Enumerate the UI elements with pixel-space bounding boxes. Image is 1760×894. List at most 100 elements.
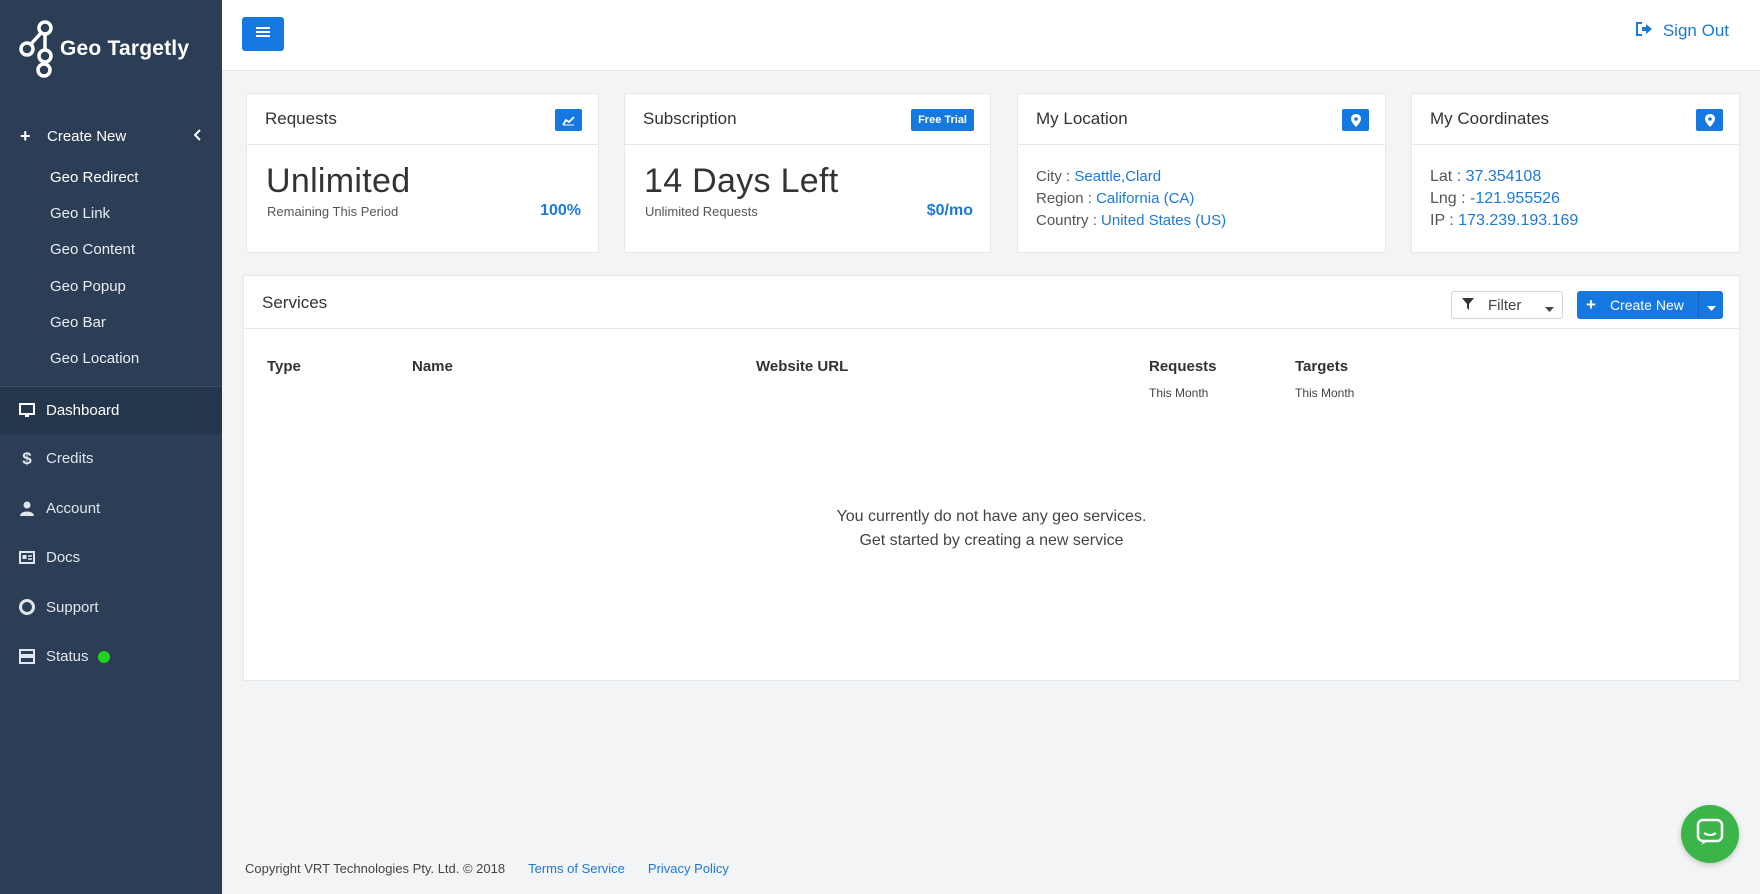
requests-card: Requests Unlimited Remaining This Period… <box>246 93 599 253</box>
docs-icon <box>19 550 35 566</box>
map-pin-icon[interactable] <box>1696 109 1723 131</box>
sidebar-item-geo-popup[interactable]: Geo Popup <box>0 268 222 304</box>
ip-value: 173.239.193.169 <box>1458 212 1579 229</box>
lng-label: Lng <box>1430 190 1457 207</box>
sidebar-item-docs[interactable]: Docs <box>0 533 222 583</box>
logo[interactable]: Geo Targetly <box>18 20 189 78</box>
user-icon <box>19 500 35 516</box>
column-header-requests[interactable]: Requests <box>1149 358 1217 375</box>
chat-launcher-button[interactable] <box>1681 805 1739 863</box>
plus-icon: + <box>1586 295 1596 314</box>
column-subheader-requests: This Month <box>1149 386 1209 400</box>
map-pin-icon[interactable] <box>1342 109 1369 131</box>
chat-icon <box>1696 818 1724 851</box>
empty-state: You currently do not have any geo servic… <box>244 505 1739 553</box>
card-title: Requests <box>265 109 337 128</box>
sidebar-item-credits[interactable]: $ Credits <box>0 434 222 484</box>
column-header-name[interactable]: Name <box>412 358 453 375</box>
status-icon <box>19 649 35 665</box>
create-new-service-button[interactable]: + Create New <box>1577 291 1723 319</box>
region-value: California (CA) <box>1096 190 1195 207</box>
empty-state-line1: You currently do not have any geo servic… <box>836 508 1147 525</box>
sidebar-item-geo-content[interactable]: Geo Content <box>0 232 222 268</box>
menu-toggle-button[interactable] <box>242 17 284 51</box>
sidebar-item-label: Credits <box>46 450 94 468</box>
coordinates-card: My Coordinates Lat : 37.354108 Lng : -12… <box>1411 93 1740 253</box>
card-title: Subscription <box>643 109 737 128</box>
column-header-targets[interactable]: Targets <box>1295 358 1348 375</box>
logo-icon <box>18 20 56 78</box>
sidebar-item-geo-link[interactable]: Geo Link <box>0 195 222 231</box>
sign-out-label: Sign Out <box>1662 21 1729 40</box>
lng-value: -121.955526 <box>1470 190 1560 207</box>
subscription-value: 14 Days Left <box>644 162 839 200</box>
country-label: Country <box>1036 212 1089 229</box>
region-label: Region <box>1036 190 1084 207</box>
sidebar-item-status[interactable]: Status <box>0 632 222 682</box>
column-header-type[interactable]: Type <box>267 358 301 375</box>
location-card: My Location City : Seattle,Clard Region … <box>1017 93 1386 253</box>
sidebar-item-account[interactable]: Account <box>0 484 222 534</box>
sidebar-nav: Dashboard $ Credits Account Docs Support <box>0 387 222 682</box>
subscription-card: Subscription Free Trial 14 Days Left Unl… <box>624 93 991 253</box>
requests-percent: 100% <box>540 202 581 219</box>
city-label: City <box>1036 168 1062 185</box>
lifebuoy-icon <box>19 599 35 616</box>
coordinate-details: Lat : 37.354108 Lng : -121.955526 IP : 1… <box>1430 168 1579 229</box>
lat-label: Lat <box>1430 168 1453 185</box>
sidebar-item-label: Support <box>46 598 99 616</box>
sign-out-icon <box>1635 21 1663 41</box>
caret-down-icon <box>1545 300 1554 317</box>
services-panel: Services Filter + Create New Type Name W… <box>243 275 1740 681</box>
sidebar-item-label: Status <box>46 648 89 666</box>
subscription-sub: Unlimited Requests <box>645 204 758 219</box>
chevron-left-icon <box>193 128 202 144</box>
button-separator <box>1698 291 1699 319</box>
copyright-text: Copyright VRT Technologies Pty. Ltd. © 2… <box>245 861 506 876</box>
dollar-icon: $ <box>22 448 32 468</box>
sidebar-item-support[interactable]: Support <box>0 583 222 633</box>
free-trial-badge: Free Trial <box>911 109 974 131</box>
create-new-label: Create New <box>1609 297 1684 313</box>
sidebar-item-dashboard[interactable]: Dashboard <box>0 387 222 434</box>
requests-sub: Remaining This Period <box>267 204 399 219</box>
logo-text: Geo Targetly <box>60 37 190 60</box>
monitor-icon <box>19 403 35 419</box>
privacy-link[interactable]: Privacy Policy <box>648 861 729 876</box>
sidebar-item-label: Docs <box>46 549 81 567</box>
filter-dropdown[interactable]: Filter <box>1451 291 1563 319</box>
sign-out-button[interactable]: Sign Out <box>1635 21 1729 41</box>
sidebar: Geo Targetly + Create New Geo Redirect G… <box>0 0 222 894</box>
filter-icon <box>1462 297 1474 314</box>
requests-value: Unlimited <box>266 162 411 200</box>
sidebar-item-label: Dashboard <box>46 402 120 419</box>
city-value: Seattle,Clard <box>1074 168 1162 185</box>
sidebar-item-label: Account <box>46 499 101 517</box>
ip-label: IP <box>1430 212 1445 229</box>
sidebar-create-new-label: Create New <box>47 127 127 145</box>
empty-state-line2: Get started by creating a new service <box>859 532 1124 549</box>
column-subheader-targets: This Month <box>1295 386 1355 400</box>
create-new-submenu: Geo Redirect Geo Link Geo Content Geo Po… <box>0 159 222 377</box>
country-value: United States (US) <box>1101 212 1227 229</box>
column-header-website-url[interactable]: Website URL <box>756 358 848 375</box>
card-title: My Coordinates <box>1430 109 1550 128</box>
sidebar-create-new[interactable]: + Create New <box>0 122 222 150</box>
card-title: My Location <box>1036 109 1128 128</box>
services-title: Services <box>262 293 328 312</box>
footer: Copyright VRT Technologies Pty. Ltd. © 2… <box>245 861 729 876</box>
services-header: Services Filter + Create New <box>244 276 1739 329</box>
chart-icon[interactable] <box>555 109 582 131</box>
sidebar-item-geo-redirect[interactable]: Geo Redirect <box>0 159 222 195</box>
sidebar-item-geo-bar[interactable]: Geo Bar <box>0 304 222 340</box>
topbar: Sign Out <box>222 0 1760 71</box>
lat-value: 37.354108 <box>1465 168 1542 185</box>
caret-down-icon[interactable] <box>1707 299 1716 315</box>
sidebar-item-geo-location[interactable]: Geo Location <box>0 340 222 376</box>
status-indicator <box>97 650 110 663</box>
plus-icon: + <box>20 126 31 146</box>
location-details: City : Seattle,Clard Region : California… <box>1036 168 1227 229</box>
filter-label: Filter <box>1488 296 1522 314</box>
terms-link[interactable]: Terms of Service <box>528 861 625 876</box>
hamburger-icon <box>256 25 270 43</box>
